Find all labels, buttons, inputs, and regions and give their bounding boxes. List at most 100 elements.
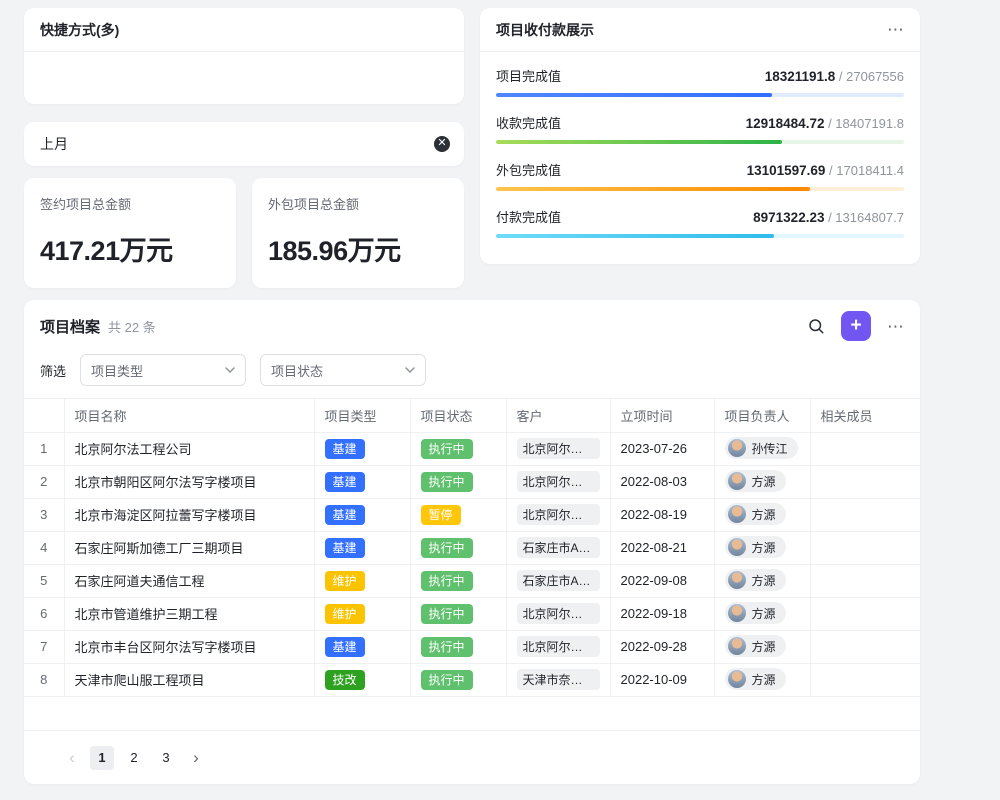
project-table: 项目名称 项目类型 项目状态 客户 立项时间 项目负责人 相关成员 1北京阿尔法…: [24, 399, 920, 697]
pagination-next-icon[interactable]: ›: [186, 746, 206, 770]
project-type-tag[interactable]: 技改: [325, 670, 365, 690]
project-name-cell[interactable]: 石家庄阿斯加德工厂三期项目: [64, 531, 314, 564]
progress-row: 外包完成值 13101597.69 / 17018411.4: [496, 160, 904, 191]
project-type-tag[interactable]: 基建: [325, 505, 365, 525]
column-members[interactable]: 相关成员: [810, 399, 920, 432]
project-type-tag[interactable]: 基建: [325, 538, 365, 558]
owner-name: 方源: [752, 473, 776, 490]
customer-chip[interactable]: 石家庄市A县…: [517, 537, 600, 558]
bar-label: 项目完成值: [496, 66, 561, 85]
more-menu-icon[interactable]: ⋯: [887, 21, 904, 38]
start-date-cell: 2022-09-28: [610, 630, 714, 663]
column-owner[interactable]: 项目负责人: [714, 399, 810, 432]
stat-label: 签约项目总金额: [40, 194, 220, 213]
project-status-tag[interactable]: 执行中: [421, 571, 473, 591]
project-type-tag[interactable]: 基建: [325, 472, 365, 492]
project-name-cell[interactable]: 天津市爬山服工程项目: [64, 663, 314, 696]
project-status-tag[interactable]: 执行中: [421, 670, 473, 690]
project-status-tag[interactable]: 暂停: [421, 505, 461, 525]
project-type-tag[interactable]: 维护: [325, 604, 365, 624]
row-index: 7: [24, 630, 64, 663]
date-filter-value: 上月: [40, 134, 68, 154]
project-type-tag[interactable]: 维护: [325, 571, 365, 591]
owner-chip[interactable]: 方源: [725, 503, 786, 525]
pagination: ‹ 1 2 3 ›: [24, 730, 920, 784]
table-row[interactable]: 6北京市管道维护三期工程维护执行中北京阿尔法工…2022-09-18方源: [24, 597, 920, 630]
column-start-date[interactable]: 立项时间: [610, 399, 714, 432]
table-row[interactable]: 2北京市朝阳区阿尔法写字楼项目基建执行中北京阿尔法工…2022-08-03方源: [24, 465, 920, 498]
bar-value: 18321191.8: [765, 69, 836, 84]
customer-chip[interactable]: 北京阿尔法工…: [517, 603, 600, 624]
owner-chip[interactable]: 方源: [725, 635, 786, 657]
project-archive-card: 项目档案 共 22 条 + ⋯ 筛选 项目类型 项目状态: [24, 300, 920, 784]
project-type-tag[interactable]: 基建: [325, 439, 365, 459]
customer-chip[interactable]: 北京阿尔法工…: [517, 636, 600, 657]
avatar-icon: [728, 571, 746, 589]
owner-chip[interactable]: 孙传江: [725, 437, 798, 459]
project-type-tag[interactable]: 基建: [325, 637, 365, 657]
table-more-menu-icon[interactable]: ⋯: [887, 318, 904, 335]
add-record-button[interactable]: +: [841, 311, 871, 341]
column-project-name[interactable]: 项目名称: [64, 399, 314, 432]
stat-card-outsourced-total: 外包项目总金额 185.96万元: [252, 178, 464, 288]
customer-chip[interactable]: 北京阿尔法工…: [517, 471, 600, 492]
table-row[interactable]: 8天津市爬山服工程项目技改执行中天津市奈文…2022-10-09方源: [24, 663, 920, 696]
column-index: [24, 399, 64, 432]
start-date-cell: 2023-07-26: [610, 432, 714, 465]
project-type-select[interactable]: 项目类型: [80, 354, 246, 386]
customer-chip[interactable]: 石家庄市A县…: [517, 570, 600, 591]
table-row[interactable]: 3北京市海淀区阿拉蕾写字楼项目基建暂停北京阿尔法工…2022-08-19方源: [24, 498, 920, 531]
date-filter[interactable]: 上月 ✕: [24, 122, 464, 166]
bar-value: 13101597.69: [747, 163, 826, 178]
project-name-cell[interactable]: 北京市管道维护三期工程: [64, 597, 314, 630]
owner-chip[interactable]: 方源: [725, 470, 786, 492]
project-name-cell[interactable]: 石家庄阿道夫通信工程: [64, 564, 314, 597]
owner-name: 方源: [752, 605, 776, 622]
pagination-prev-icon[interactable]: ‹: [62, 746, 82, 770]
table-row[interactable]: 1北京阿尔法工程公司基建执行中北京阿尔法工…2023-07-26孙传江: [24, 432, 920, 465]
clear-filter-icon[interactable]: ✕: [434, 136, 450, 152]
bar-track: [496, 234, 904, 238]
pagination-page-3[interactable]: 3: [154, 746, 178, 770]
bar-fill: [496, 187, 810, 191]
table-row[interactable]: 5石家庄阿道夫通信工程维护执行中石家庄市A县…2022-09-08方源: [24, 564, 920, 597]
customer-chip[interactable]: 天津市奈文…: [517, 669, 600, 690]
project-status-tag[interactable]: 执行中: [421, 538, 473, 558]
avatar-icon: [728, 538, 746, 556]
owner-chip[interactable]: 方源: [725, 668, 786, 690]
pagination-page-2[interactable]: 2: [122, 746, 146, 770]
owner-chip[interactable]: 方源: [725, 569, 786, 591]
payment-display-card: 项目收付款展示 ⋯ 项目完成值 18321191.8 / 27067556 收款…: [480, 8, 920, 264]
project-status-tag[interactable]: 执行中: [421, 604, 473, 624]
owner-chip[interactable]: 方源: [725, 536, 786, 558]
project-name-cell[interactable]: 北京阿尔法工程公司: [64, 432, 314, 465]
project-name-cell[interactable]: 北京市海淀区阿拉蕾写字楼项目: [64, 498, 314, 531]
project-status-tag[interactable]: 执行中: [421, 472, 473, 492]
members-cell: [810, 597, 920, 630]
members-cell: [810, 630, 920, 663]
row-index: 5: [24, 564, 64, 597]
project-name-cell[interactable]: 北京市丰台区阿尔法写字楼项目: [64, 630, 314, 663]
owner-name: 孙传江: [752, 440, 788, 457]
bar-label: 付款完成值: [496, 207, 561, 226]
project-status-tag[interactable]: 执行中: [421, 637, 473, 657]
column-customer[interactable]: 客户: [506, 399, 610, 432]
project-status-tag[interactable]: 执行中: [421, 439, 473, 459]
start-date-cell: 2022-08-03: [610, 465, 714, 498]
owner-chip[interactable]: 方源: [725, 602, 786, 624]
table-row[interactable]: 7北京市丰台区阿尔法写字楼项目基建 执行中 北京阿尔法工… 2022-09-28 方源: [24, 630, 920, 663]
progress-bars: 项目完成值 18321191.8 / 27067556 收款完成值 129184…: [480, 52, 920, 238]
table-row[interactable]: 4石家庄阿斯加德工厂三期项目基建执行中石家庄市A县…2022-08-21方源: [24, 531, 920, 564]
customer-chip[interactable]: 北京阿尔法工…: [517, 438, 600, 459]
project-status-select[interactable]: 项目状态: [260, 354, 426, 386]
bar-value: 8971322.23: [753, 210, 824, 225]
pagination-page-1[interactable]: 1: [90, 746, 114, 770]
project-name-cell[interactable]: 北京市朝阳区阿尔法写字楼项目: [64, 465, 314, 498]
column-project-type[interactable]: 项目类型: [314, 399, 410, 432]
customer-chip[interactable]: 北京阿尔法工…: [517, 504, 600, 525]
owner-name: 方源: [752, 671, 776, 688]
members-cell: [810, 432, 920, 465]
stat-value: 417.21万元: [40, 229, 220, 268]
search-icon[interactable]: [807, 317, 825, 335]
column-project-status[interactable]: 项目状态: [410, 399, 506, 432]
